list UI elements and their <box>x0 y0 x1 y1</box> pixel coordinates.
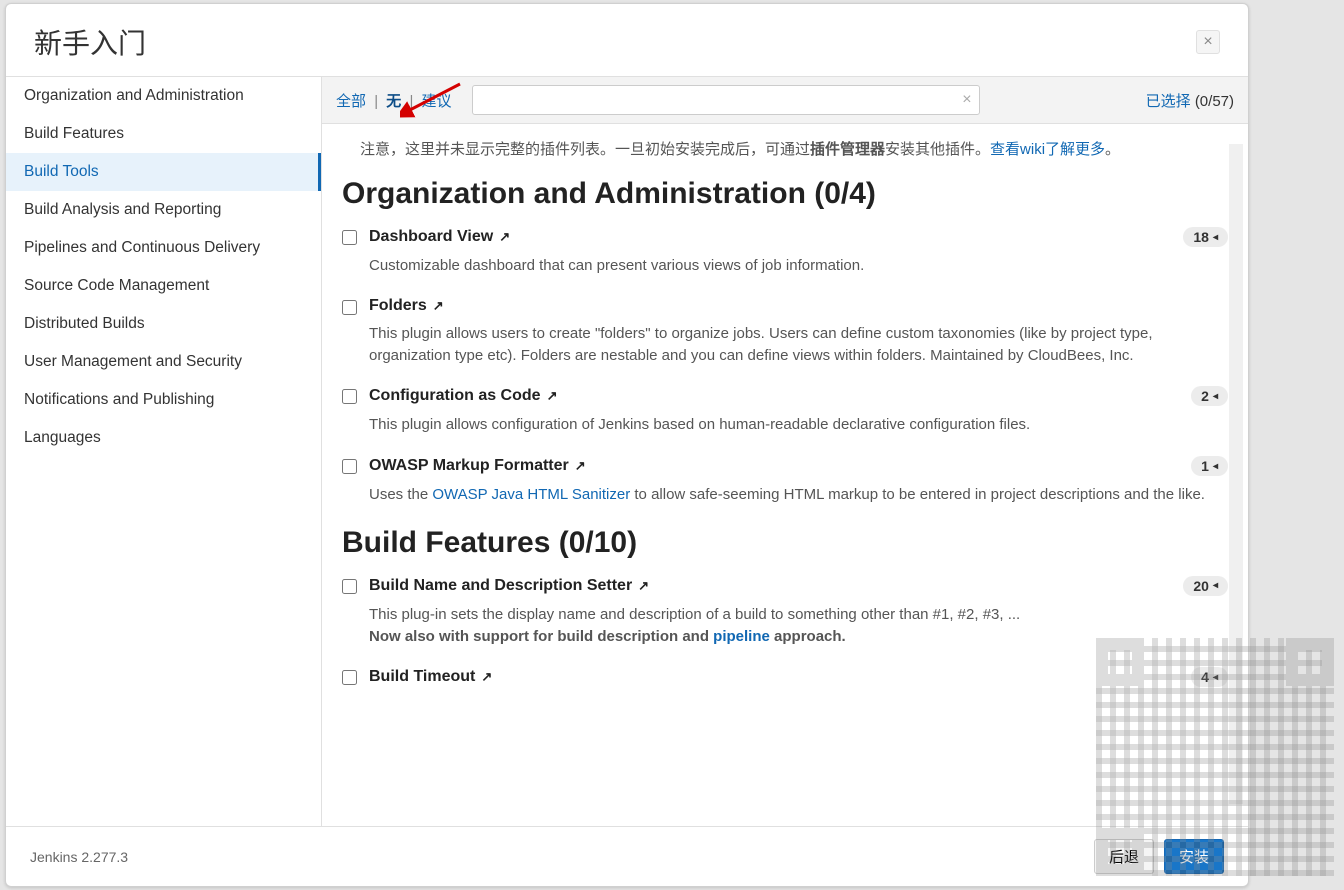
plugin-description: Customizable dashboard that can present … <box>369 255 1228 277</box>
sidebar-item[interactable]: Pipelines and Continuous Delivery <box>6 229 321 267</box>
sidebar-item[interactable]: Languages <box>6 419 321 457</box>
sidebar-item[interactable]: Build Analysis and Reporting <box>6 191 321 229</box>
section-title: Build Features (0/10) <box>342 526 1228 560</box>
plugin-description: This plugin allows configuration of Jenk… <box>369 414 1228 436</box>
plugin-row: OWASP Markup Formatter ↗ 1 ◂ Uses the OWAS… <box>342 456 1228 506</box>
sidebar-item[interactable]: Build Tools <box>6 153 321 191</box>
dialog-header: 新手入门 × <box>6 4 1248 76</box>
plugin-checkbox[interactable] <box>342 459 357 474</box>
plugin-checkbox[interactable] <box>342 300 357 315</box>
plugin-name[interactable]: Build Timeout ↗ <box>369 668 492 686</box>
plugin-checkbox[interactable] <box>342 579 357 594</box>
category-sidebar: Organization and AdministrationBuild Fea… <box>6 77 322 826</box>
plugin-row: Configuration as Code ↗ 2 ◂ This plugin al… <box>342 386 1228 436</box>
plugin-description: This plugin allows users to create "fold… <box>369 323 1228 367</box>
notice-banner: 注意，这里并未显示完整的插件列表。一旦初始安装完成后，可通过插件管理器安装其他插… <box>322 124 1248 171</box>
external-link-icon[interactable]: ↗ <box>547 388 558 404</box>
selected-label: 已选择 <box>1146 93 1191 110</box>
plugin-name[interactable]: Build Name and Description Setter ↗ <box>369 577 649 595</box>
notice-text: 注意，这里并未显示完整的插件列表。一旦初始安装完成后，可通过 <box>360 141 810 158</box>
notice-text: 安装其他插件。 <box>885 141 990 158</box>
toolbar: 全部 | 无 | 建议 × 已选择 (0/57) <box>322 77 1248 124</box>
external-link-icon[interactable]: ↗ <box>638 578 649 594</box>
plugin-row: Folders ↗ This plugin allows users to cre… <box>342 297 1228 367</box>
notice-bold: 插件管理器 <box>810 141 885 158</box>
plugin-name[interactable]: Configuration as Code ↗ <box>369 387 557 405</box>
external-link-icon[interactable]: ↗ <box>499 229 510 245</box>
external-link-icon[interactable]: ↗ <box>575 458 586 474</box>
jenkins-version: Jenkins 2.277.3 <box>30 849 128 865</box>
dialog-footer: Jenkins 2.277.3 后退 安装 <box>6 827 1248 886</box>
plugin-checkbox[interactable] <box>342 670 357 685</box>
section-title: Organization and Administration (0/4) <box>342 177 1228 211</box>
plugin-row: Build Name and Description Setter ↗20 ◂T… <box>342 576 1228 648</box>
plugin-checkbox[interactable] <box>342 389 357 404</box>
qr-watermark <box>1096 638 1334 876</box>
selected-count: 已选择 (0/57) <box>1146 90 1234 111</box>
filter-suggested[interactable]: 建议 <box>422 93 452 110</box>
separator: | <box>374 93 378 110</box>
setup-wizard-dialog: 新手入门 × Organization and AdministrationBu… <box>5 3 1249 887</box>
dependency-badge[interactable]: 2 ◂ <box>1191 386 1228 406</box>
dependency-badge[interactable]: 18 ◂ <box>1183 227 1228 247</box>
filter-none[interactable]: 无 <box>386 93 401 110</box>
search-wrapper: × <box>472 85 980 115</box>
dialog-body: Organization and AdministrationBuild Fea… <box>6 76 1248 827</box>
clear-search-icon[interactable]: × <box>962 91 971 109</box>
sidebar-item[interactable]: Build Features <box>6 115 321 153</box>
plugin-desc-link[interactable]: OWASP Java HTML Sanitizer <box>432 486 630 503</box>
dependency-badge[interactable]: 20 ◂ <box>1183 576 1228 596</box>
external-link-icon[interactable]: ↗ <box>433 298 444 314</box>
notice-wiki-link[interactable]: 查看wiki了解更多 <box>990 141 1105 158</box>
plugin-description: Uses the OWASP Java HTML Sanitizer to al… <box>369 484 1228 506</box>
dependency-badge[interactable]: 1 ◂ <box>1191 456 1228 476</box>
search-input[interactable] <box>472 85 980 115</box>
filter-all[interactable]: 全部 <box>336 93 366 110</box>
plugin-checkbox[interactable] <box>342 230 357 245</box>
dialog-title: 新手入门 <box>34 22 146 62</box>
sidebar-item[interactable]: User Management and Security <box>6 343 321 381</box>
sidebar-item[interactable]: Notifications and Publishing <box>6 381 321 419</box>
filter-links: 全部 | 无 | 建议 <box>336 90 452 111</box>
selected-value: (0/57) <box>1195 93 1234 110</box>
separator: | <box>409 93 413 110</box>
external-link-icon[interactable]: ↗ <box>481 669 492 685</box>
sidebar-item[interactable]: Distributed Builds <box>6 305 321 343</box>
sidebar-item[interactable]: Organization and Administration <box>6 77 321 115</box>
plugin-name[interactable]: Dashboard View ↗ <box>369 228 510 246</box>
plugin-desc-link[interactable]: pipeline <box>713 628 770 645</box>
plugin-name[interactable]: OWASP Markup Formatter ↗ <box>369 457 586 475</box>
close-button[interactable]: × <box>1196 30 1220 54</box>
plugin-name[interactable]: Folders ↗ <box>369 297 444 315</box>
sidebar-item[interactable]: Source Code Management <box>6 267 321 305</box>
plugin-row: Dashboard View ↗ 18 ◂ Customizable dashboa… <box>342 227 1228 277</box>
notice-text: 。 <box>1105 141 1120 158</box>
